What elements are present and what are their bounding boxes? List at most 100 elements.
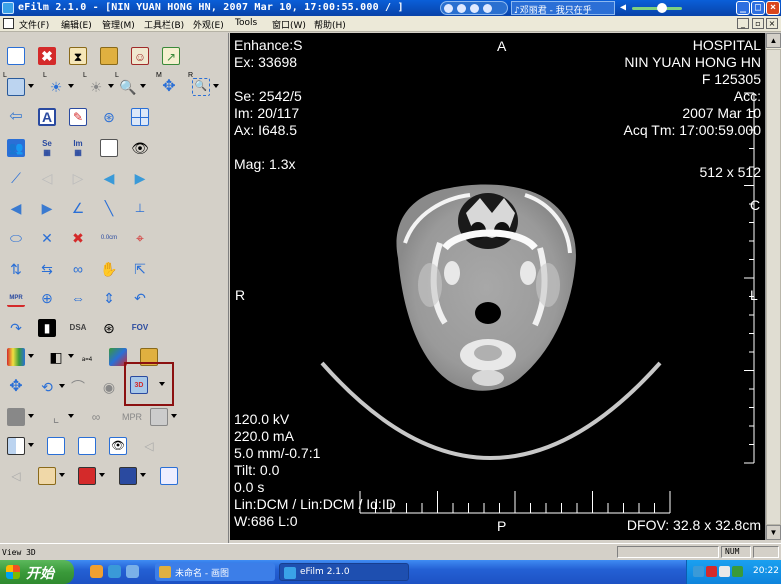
invert-button[interactable]: ▮: [36, 317, 58, 339]
speaker-icon[interactable]: ◀: [620, 2, 626, 13]
quicklaunch-browser-icon[interactable]: [90, 565, 103, 578]
grid-button[interactable]: [129, 106, 151, 128]
mdi-close-button[interactable]: ×: [766, 18, 778, 29]
menu-window[interactable]: 窗口(W): [272, 18, 306, 31]
measure-tool-button[interactable]: [158, 465, 180, 487]
zoom-box-button[interactable]: R 🔍: [188, 72, 219, 98]
series-prev-button[interactable]: ◀: [98, 167, 120, 189]
delete-button[interactable]: ✖: [36, 45, 58, 67]
cursor-button[interactable]: ⇱: [129, 258, 151, 280]
volume-knob[interactable]: [657, 3, 667, 13]
left-link-button[interactable]: ◁: [138, 435, 160, 457]
maximize-button[interactable]: □: [751, 1, 765, 15]
axis-button[interactable]: ⌞: [45, 406, 74, 428]
vertical-scrollbar[interactable]: ▲ ▼: [765, 33, 781, 540]
mdi-minimize-button[interactable]: _: [737, 18, 749, 29]
fov-button[interactable]: FOV: [129, 317, 151, 339]
menu-toolbars[interactable]: 工具栏(B): [144, 18, 184, 31]
folder-button[interactable]: [98, 45, 120, 67]
view-button[interactable]: 👁: [107, 435, 129, 457]
ruler-button[interactable]: ⊥: [129, 197, 151, 219]
annotation-text-button[interactable]: A: [36, 106, 58, 128]
menu-edit[interactable]: 编辑(E): [61, 18, 92, 31]
dual-view-button[interactable]: [5, 435, 34, 457]
print-preview-button[interactable]: [45, 435, 67, 457]
delete-annotation-button[interactable]: ✖: [67, 227, 89, 249]
mpr-cross-button[interactable]: ⊕: [36, 287, 58, 309]
previous-image-button[interactable]: ⇦: [5, 106, 27, 128]
next-icon[interactable]: [483, 4, 492, 13]
aperture-button[interactable]: ⊛: [98, 317, 120, 339]
length-button[interactable]: 0.0cm: [98, 227, 120, 249]
mpr-text-button[interactable]: MPR: [117, 406, 142, 428]
spine-label-button[interactable]: ⌖: [129, 227, 151, 249]
series-next-button[interactable]: ▶: [129, 167, 151, 189]
probe-button[interactable]: ⟋: [5, 167, 27, 189]
image-prev-button[interactable]: ◀: [5, 197, 27, 219]
menu-help[interactable]: 帮助(H): [314, 18, 346, 31]
capture-button[interactable]: [117, 465, 146, 487]
minimize-button[interactable]: _: [736, 1, 750, 15]
save-button[interactable]: [76, 435, 98, 457]
tray-antivirus-icon[interactable]: [706, 566, 717, 577]
shutter-button[interactable]: ◧: [45, 346, 74, 368]
menu-tools[interactable]: Tools: [235, 18, 257, 28]
vertical-arrows-button[interactable]: ⇕: [98, 287, 120, 309]
color-map-button[interactable]: [5, 346, 34, 368]
close-button[interactable]: ×: [766, 1, 780, 15]
curve-button[interactable]: ⌒: [67, 376, 89, 398]
menu-appearance[interactable]: 外观(E): [193, 18, 224, 31]
user-button[interactable]: [36, 465, 65, 487]
series-button[interactable]: Se ▦: [36, 137, 58, 159]
redo-button[interactable]: ↷: [5, 317, 27, 339]
angle-button[interactable]: ∠: [67, 197, 89, 219]
image-viewport[interactable]: Enhance:S Ex: 33698 Se: 2542/5 Im: 20/11…: [230, 33, 765, 540]
flip-horizontal-button[interactable]: ⇆: [36, 258, 58, 280]
report-button[interactable]: [98, 137, 120, 159]
export-button[interactable]: ↗: [160, 45, 182, 67]
image-next-button[interactable]: ▶: [36, 197, 58, 219]
move-button[interactable]: ✥: [5, 376, 27, 398]
left-step-button[interactable]: ◁: [5, 465, 27, 487]
menu-file[interactable]: 文件(F): [19, 18, 49, 31]
eye-button[interactable]: 👁: [129, 137, 151, 159]
open-study-button[interactable]: [5, 45, 27, 67]
ellipse-roi-button[interactable]: ⬭: [5, 227, 27, 249]
line-measure-button[interactable]: ╲: [98, 197, 120, 219]
task-paint[interactable]: 未命名 - 画图: [155, 563, 275, 581]
tray-volume-icon[interactable]: [719, 566, 730, 577]
cine-button[interactable]: ⊛: [98, 106, 120, 128]
scroll-up-button[interactable]: ▲: [766, 33, 781, 48]
flip-vertical-button[interactable]: ⇅: [5, 258, 27, 280]
screen-button[interactable]: [76, 465, 105, 487]
scroll-thumb[interactable]: [766, 49, 781, 525]
scroll-down-button[interactable]: ▼: [766, 525, 781, 540]
dsa-button[interactable]: DSA: [67, 317, 89, 339]
rotate-button[interactable]: ⟲: [36, 376, 65, 398]
task-efilm[interactable]: eFilm 2.1.0: [279, 563, 409, 581]
zoom-button[interactable]: L 🔍: [115, 72, 146, 98]
start-button[interactable]: 开始: [0, 560, 74, 584]
tray-network-icon[interactable]: [693, 566, 704, 577]
now-playing[interactable]: ♪邓丽君 - 我只在乎: [511, 1, 615, 15]
brightness-button[interactable]: L ☀: [83, 72, 114, 98]
menu-manage[interactable]: 管理(M): [102, 18, 135, 31]
media-controls[interactable]: [440, 1, 508, 15]
pan-button[interactable]: M ✥: [156, 72, 180, 98]
layout-button[interactable]: L: [3, 72, 34, 98]
quicklaunch-ie-icon[interactable]: [108, 565, 121, 578]
glasses-button[interactable]: ∞: [85, 406, 107, 428]
quicklaunch-desktop-icon[interactable]: [126, 565, 139, 578]
hand-button[interactable]: ✋: [98, 258, 120, 280]
document-icon[interactable]: [3, 18, 14, 29]
horizontal-arrows-button[interactable]: ⇔: [67, 287, 89, 309]
hourglass-button[interactable]: ⧗: [67, 45, 89, 67]
cobb-angle-button[interactable]: ✕: [36, 227, 58, 249]
dicom-overlay-button[interactable]: a=4: [76, 346, 98, 368]
gray-tool-button[interactable]: [5, 406, 34, 428]
annotation-edit-button[interactable]: ✎: [67, 106, 89, 128]
undo-button[interactable]: ↶: [129, 287, 151, 309]
volume-slider[interactable]: [618, 2, 688, 14]
link-series-button[interactable]: 👥: [5, 137, 27, 159]
last-slice-button[interactable]: ▷: [67, 167, 89, 189]
